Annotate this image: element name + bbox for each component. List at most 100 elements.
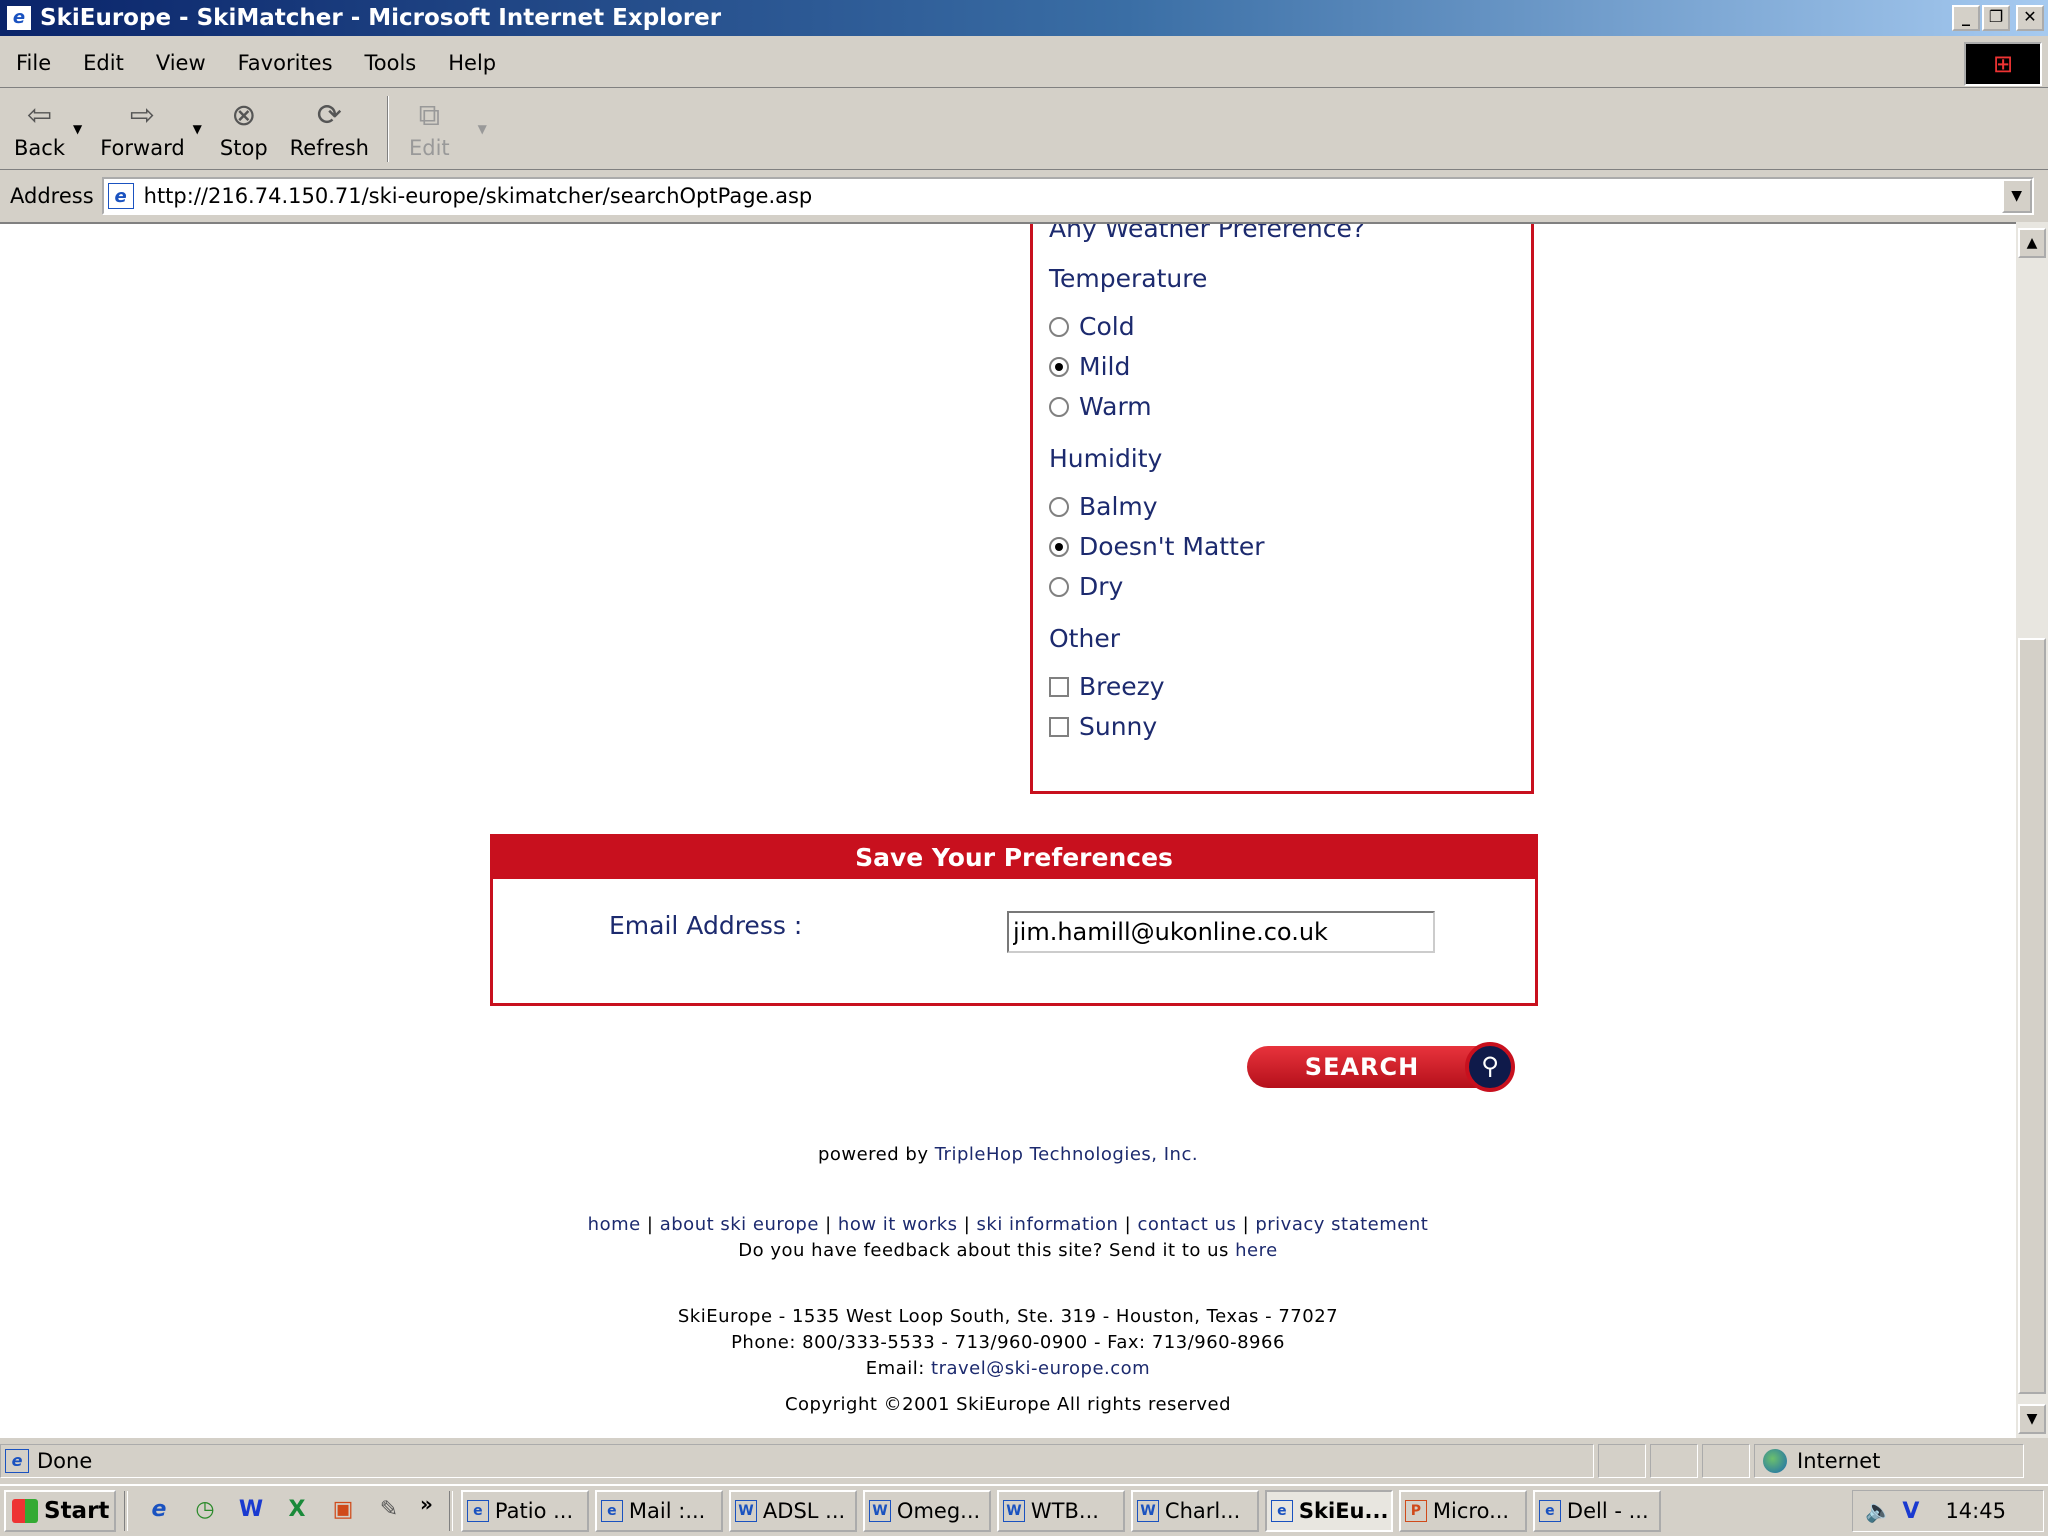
scroll-up-icon[interactable]: ▲: [2018, 228, 2046, 258]
radio-doesnt-matter[interactable]: [1049, 536, 1069, 557]
search-button[interactable]: SEARCH ⚲: [1247, 1042, 1517, 1092]
system-tray: 🔈 V 14:45: [1852, 1490, 2044, 1532]
radio-warm[interactable]: [1049, 396, 1069, 417]
option-label: Doesn't Matter: [1079, 532, 1265, 561]
status-cell: [1598, 1444, 1646, 1478]
back-arrow-icon: ⇦: [26, 98, 53, 133]
status-bar: e Done Internet: [0, 1442, 2048, 1480]
footer-link-ski-information[interactable]: ski information: [977, 1214, 1119, 1235]
menu-bar: File Edit View Favorites Tools Help ⊞: [0, 38, 2048, 88]
humidity-option-balmy[interactable]: Balmy: [1049, 492, 1158, 521]
toolbar: ⇦ Back ▼ ⇨ Forward ▼ ⊗ Stop ⟳ Refresh ⧉ …: [0, 90, 2048, 170]
back-button[interactable]: ⇦ Back: [14, 90, 65, 160]
address-label: Address: [10, 184, 94, 208]
temperature-option-cold[interactable]: Cold: [1049, 312, 1135, 341]
address-url[interactable]: http://216.74.150.71/ski-europe/skimatch…: [144, 184, 813, 208]
radio-dry[interactable]: [1049, 576, 1069, 597]
triplehop-link[interactable]: TripleHop Technologies, Inc.: [935, 1144, 1198, 1165]
feedback-link[interactable]: here: [1235, 1240, 1278, 1261]
footer-link-home[interactable]: home: [588, 1214, 641, 1235]
scroll-down-icon[interactable]: ▼: [2018, 1404, 2046, 1434]
task-skieurope[interactable]: e SkiEu...: [1264, 1490, 1393, 1532]
other-option-breezy[interactable]: Breezy: [1049, 672, 1165, 701]
quicklaunch-more-icon[interactable]: »: [420, 1492, 433, 1516]
menu-help[interactable]: Help: [432, 51, 512, 75]
task-dell[interactable]: e Dell - ...: [1532, 1490, 1661, 1532]
address-dropdown-icon[interactable]: ▼: [2001, 179, 2032, 213]
powerpoint-launch-icon[interactable]: ▣: [325, 1493, 361, 1529]
radio-balmy[interactable]: [1049, 496, 1069, 517]
email-prefix: Email:: [865, 1358, 932, 1379]
back-dropdown-icon[interactable]: ▼: [73, 122, 82, 136]
humidity-option-dry[interactable]: Dry: [1049, 572, 1123, 601]
vertical-scrollbar[interactable]: ▲ ▼: [2016, 222, 2048, 1438]
task-label: ADSL ...: [762, 1499, 846, 1523]
menu-edit[interactable]: Edit: [67, 51, 140, 75]
forward-dropdown-icon[interactable]: ▼: [193, 122, 202, 136]
scroll-thumb[interactable]: [2018, 638, 2046, 1394]
footer-link-how-it-works[interactable]: how it works: [838, 1214, 958, 1235]
email-label: Email Address :: [609, 911, 803, 940]
save-preferences-panel: Save Your Preferences Email Address :: [490, 834, 1538, 1006]
task-label: Mail :...: [628, 1499, 706, 1523]
footer-link-privacy[interactable]: privacy statement: [1255, 1214, 1428, 1235]
excel-launch-icon[interactable]: X: [279, 1493, 315, 1529]
edit-dropdown-icon[interactable]: ▼: [478, 122, 487, 136]
temperature-option-warm[interactable]: Warm: [1049, 392, 1152, 421]
task-omega[interactable]: W Omeg...: [862, 1490, 991, 1532]
notepad-launch-icon[interactable]: ✎: [371, 1493, 407, 1529]
company-email: Email: travel@ski-europe.com: [0, 1358, 2016, 1379]
company-phone: Phone: 800/333-5533 - 713/960-0900 - Fax…: [731, 1332, 1285, 1353]
close-button[interactable]: ✕: [2016, 5, 2044, 31]
address-input[interactable]: e http://216.74.150.71/ski-europe/skimat…: [101, 177, 2034, 215]
task-charl[interactable]: W Charl...: [1130, 1490, 1259, 1532]
taskbar: Start e ◷ W X ▣ ✎ » e Patio ... e Mail :…: [0, 1484, 2048, 1536]
option-label: Sunny: [1079, 712, 1158, 741]
footer-link-about[interactable]: about ski europe: [660, 1214, 819, 1235]
menu-view[interactable]: View: [140, 51, 222, 75]
company-email-link[interactable]: travel@ski-europe.com: [931, 1358, 1150, 1379]
forward-button[interactable]: ⇨ Forward: [100, 90, 184, 160]
other-option-sunny[interactable]: Sunny: [1049, 712, 1157, 741]
edit-button[interactable]: ⧉ Edit: [409, 90, 450, 160]
task-wtb[interactable]: W WTB...: [996, 1490, 1125, 1532]
email-input[interactable]: [1007, 911, 1435, 953]
menu-file[interactable]: File: [0, 51, 67, 75]
task-micro[interactable]: P Micro...: [1398, 1490, 1527, 1532]
restore-button[interactable]: ❐: [1982, 5, 2010, 31]
temperature-option-mild[interactable]: Mild: [1049, 352, 1130, 381]
option-label: Warm: [1079, 392, 1152, 421]
checkbox-breezy[interactable]: [1049, 676, 1069, 697]
volume-icon[interactable]: 🔈: [1865, 1499, 1892, 1524]
antivirus-shield-icon[interactable]: V: [1902, 1499, 1919, 1524]
stop-button[interactable]: ⊗ Stop: [220, 90, 268, 160]
task-patio[interactable]: e Patio ...: [460, 1490, 589, 1532]
word-launch-icon[interactable]: W: [233, 1493, 269, 1529]
minimize-button[interactable]: _: [1952, 5, 1980, 31]
option-label: Dry: [1079, 572, 1124, 601]
ie-launch-icon[interactable]: e: [141, 1493, 177, 1529]
save-preferences-header: Save Your Preferences: [493, 837, 1535, 879]
refresh-button[interactable]: ⟳ Refresh: [290, 90, 369, 160]
menu-favorites[interactable]: Favorites: [222, 51, 349, 75]
option-label: Breezy: [1079, 672, 1165, 701]
start-label: Start: [44, 1498, 110, 1524]
radio-mild[interactable]: [1049, 356, 1069, 377]
checkbox-sunny[interactable]: [1049, 716, 1069, 737]
outlook-launch-icon[interactable]: ◷: [187, 1493, 223, 1529]
menu-tools[interactable]: Tools: [349, 51, 433, 75]
start-button[interactable]: Start: [4, 1490, 116, 1532]
company-address: SkiEurope - 1535 West Loop South, Ste. 3…: [677, 1306, 1339, 1327]
powerpoint-task-icon: P: [1404, 1500, 1427, 1522]
task-mail[interactable]: e Mail :...: [594, 1490, 723, 1532]
forward-arrow-icon: ⇨: [129, 98, 156, 133]
task-adsl[interactable]: W ADSL ...: [728, 1490, 857, 1532]
address-bar: Address e http://216.74.150.71/ski-europ…: [0, 174, 2048, 218]
footer-link-contact[interactable]: contact us: [1137, 1214, 1236, 1235]
task-label: SkiEu...: [1298, 1499, 1389, 1523]
radio-cold[interactable]: [1049, 316, 1069, 337]
tasks-separator: [448, 1491, 453, 1531]
back-label: Back: [14, 136, 65, 160]
humidity-option-doesnt-matter[interactable]: Doesn't Matter: [1049, 532, 1265, 561]
security-zone: Internet: [1754, 1444, 2024, 1478]
